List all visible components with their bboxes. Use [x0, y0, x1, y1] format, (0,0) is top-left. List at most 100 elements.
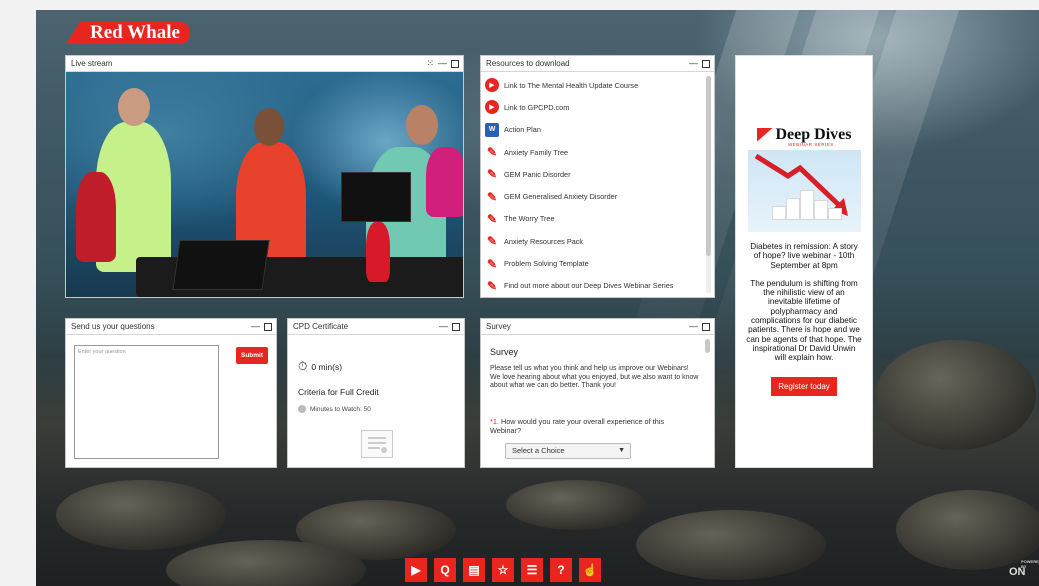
scrollbar[interactable] [706, 76, 711, 293]
touch-icon[interactable]: ☝ [579, 558, 601, 582]
sugar-cube [813, 200, 828, 220]
seabed-rock [876, 340, 1036, 450]
resource-label: Anxiety Family Tree [504, 147, 569, 157]
resource-link[interactable]: ✎ Anxiety Family Tree [485, 141, 702, 163]
presenter-cardigan [426, 147, 463, 217]
survey-panel: Survey — Survey Please tell us what you … [480, 318, 715, 468]
minimize-icon[interactable]: — [439, 319, 448, 334]
document-icon[interactable]: ▤ [463, 558, 485, 582]
panel-header: Resources to download — [481, 56, 714, 72]
scrollbar-thumb[interactable] [706, 76, 711, 256]
survey-intro: Please tell us what you think and help u… [490, 365, 699, 390]
sugar-cube [827, 208, 842, 220]
criteria-item: Minutes to Watch: 50 [298, 405, 371, 413]
rating-select[interactable]: Select a Choice ▼ [505, 443, 631, 459]
minimize-icon[interactable]: — [438, 56, 447, 71]
minimize-icon[interactable]: — [689, 56, 698, 71]
chevron-down-icon: ▼ [618, 447, 625, 454]
resource-link[interactable]: ✎ Find out more about our Deep Dives Webi… [485, 275, 702, 297]
resource-label: Link to The Mental Health Update Course [504, 80, 639, 90]
live-stream-panel: Live stream ⁙ — [65, 55, 464, 298]
certificate-icon[interactable]: ☆ [492, 558, 514, 582]
maximize-icon[interactable] [264, 323, 272, 331]
seabed-rock [506, 480, 646, 530]
resource-link[interactable]: ▶ Link to GPCPD.com [485, 96, 702, 118]
search-icon[interactable]: Q [434, 558, 456, 582]
panel-title: Send us your questions [71, 322, 155, 331]
video-player[interactable] [66, 72, 463, 297]
whale-trophy [366, 222, 390, 282]
questions-panel: Send us your questions — Enter your ques… [65, 318, 277, 468]
resources-list: ▶ Link to The Mental Health Update Course… [485, 74, 702, 297]
resource-link[interactable]: W Action Plan [485, 119, 702, 141]
deep-dives-ad: Deep Dives WEBINAR SERIES Diabetes in re… [735, 55, 873, 468]
resource-label: Find out more about our Deep Dives Webin… [504, 281, 674, 291]
panel-title: Survey [486, 322, 511, 331]
resource-label: GEM Generalised Anxiety Disorder [504, 192, 618, 202]
pdf-icon: ✎ [486, 145, 498, 160]
panel-title: CPD Certificate [293, 322, 349, 331]
maximize-icon[interactable] [452, 323, 460, 331]
play-icon[interactable]: ▶ [405, 558, 427, 582]
timer-value: 0 min(s) [311, 361, 343, 372]
help-icon[interactable]: ? [550, 558, 572, 582]
checklist-icon[interactable]: ☰ [521, 558, 543, 582]
ad-body: The pendulum is shifting from the nihili… [746, 278, 862, 363]
resource-link[interactable]: ▶ Link to The Mental Health Update Course [485, 74, 702, 96]
resource-link[interactable]: ✎ GEM Generalised Anxiety Disorder [485, 185, 702, 207]
submit-button[interactable]: Submit [236, 347, 269, 364]
resource-link[interactable]: ✎ Problem Solving Template [485, 252, 702, 274]
panel-header: Survey — [481, 319, 714, 335]
deep-dives-mark-icon [756, 128, 773, 142]
resource-label: Link to GPCPD.com [504, 102, 570, 112]
resource-link[interactable]: ✎ Anxiety Resources Pack [485, 230, 702, 252]
resource-link[interactable]: ✎ GEM Panic Disorder [485, 163, 702, 185]
minimize-icon[interactable]: — [251, 319, 260, 334]
select-value: Select a Choice [512, 446, 565, 455]
resource-label: Problem Solving Template [504, 259, 589, 269]
resource-link[interactable]: ✎ The Worry Tree [485, 208, 702, 230]
resource-label: The Worry Tree [504, 214, 555, 224]
pdf-icon: ✎ [486, 256, 498, 271]
pdf-icon: ✎ [486, 278, 498, 293]
survey-question: *1. How would you rate your overall expe… [490, 417, 690, 435]
stopwatch-icon: ⏱ [298, 359, 308, 373]
pdf-icon: ✎ [486, 234, 498, 249]
powered-by-label: POWERED BY [1021, 559, 1039, 569]
maximize-icon[interactable] [451, 60, 459, 68]
survey-heading: Survey [490, 347, 519, 357]
certificate-lines [368, 437, 387, 453]
criteria-label: Minutes to Watch: 50 [310, 405, 371, 413]
sugar-cube [771, 206, 786, 220]
laptop [172, 240, 270, 290]
resource-label: Action Plan [504, 125, 541, 135]
play-link-icon: ▶ [485, 100, 499, 115]
certificate-icon[interactable] [361, 430, 393, 458]
minimize-icon[interactable]: — [689, 319, 698, 334]
pdf-icon: ✎ [486, 189, 498, 204]
resource-label: Anxiety Resources Pack [504, 236, 584, 246]
watch-timer: ⏱ 0 min(s) [298, 359, 342, 374]
pdf-icon: ✎ [486, 211, 498, 226]
maximize-icon[interactable] [702, 323, 710, 331]
laptop [341, 172, 411, 222]
panel-header: Live stream ⁙ — [66, 56, 463, 72]
cpd-certificate-panel: CPD Certificate — ⏱ 0 min(s) Criteria fo… [287, 318, 465, 468]
presenter-head [254, 108, 284, 146]
panel-title: Live stream [71, 59, 113, 68]
scrollbar[interactable] [705, 339, 710, 353]
chair [76, 172, 116, 262]
sugar-cube [799, 190, 814, 220]
sugar-cube [785, 198, 800, 220]
word-doc-icon: W [485, 122, 499, 137]
sugar-cubes-image [747, 150, 861, 232]
register-today-button[interactable]: Register today [771, 376, 837, 396]
question-input[interactable]: Enter your question [74, 345, 219, 459]
maximize-icon[interactable] [702, 60, 710, 68]
red-whale-logo: Red Whale [66, 22, 190, 44]
ad-headline: Diabetes in remission: A story of hope? … [750, 242, 858, 270]
play-link-icon: ▶ [485, 78, 499, 93]
resource-label: GEM Panic Disorder [504, 169, 571, 179]
expand-icon[interactable]: ⁙ [426, 56, 434, 71]
panel-header: CPD Certificate — [288, 319, 464, 335]
